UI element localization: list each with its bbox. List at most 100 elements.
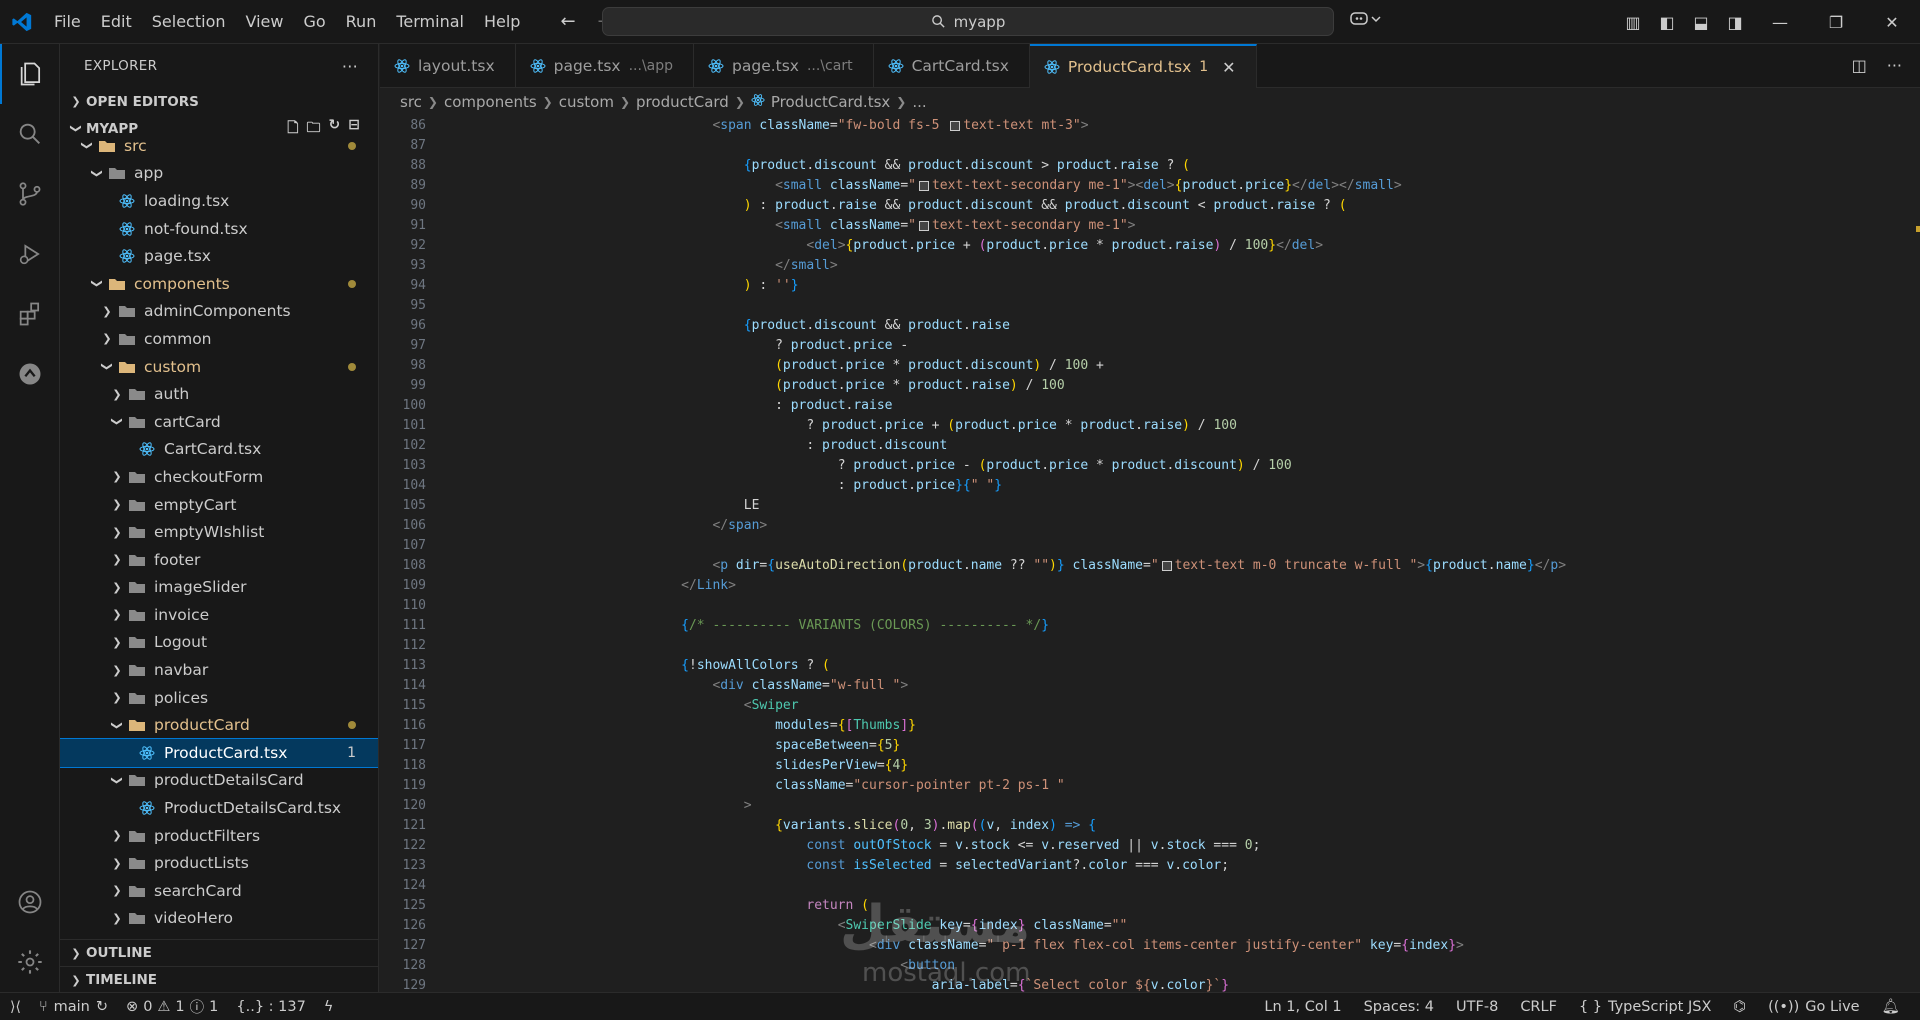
- tree-item-label: emptyWIshlist: [154, 523, 265, 542]
- code-editor[interactable]: 86 <span className="fw-bold fs-5 text-te…: [380, 116, 1920, 992]
- open-editors-section[interactable]: ❯ OPEN EDITORS: [60, 88, 378, 115]
- modified-dot: [348, 721, 356, 730]
- tree-item-label: productLists: [154, 854, 249, 873]
- breadcrumb-item[interactable]: components: [444, 93, 537, 111]
- language-mode[interactable]: { } TypeScript JSX: [1579, 999, 1711, 1015]
- folder-item[interactable]: ❯ emptyWIshlist: [60, 518, 378, 546]
- settings-gear-icon[interactable]: [0, 932, 60, 992]
- command-center-search[interactable]: myapp: [602, 7, 1334, 36]
- folder-item[interactable]: ❯ Logout: [60, 629, 378, 657]
- file-item[interactable]: not-found.tsx: [60, 215, 378, 243]
- tab-1[interactable]: page.tsx ...\app: [516, 44, 695, 88]
- menu-run[interactable]: Run: [336, 7, 387, 37]
- layout-panels-icon[interactable]: ▥: [1616, 13, 1650, 32]
- lightning-icon[interactable]: ϟ: [324, 999, 334, 1015]
- split-editor-icon[interactable]: ◫: [1852, 56, 1867, 75]
- menu-terminal[interactable]: Terminal: [386, 7, 474, 37]
- menu-go[interactable]: Go: [293, 7, 335, 37]
- folder-item[interactable]: ❯ navbar: [60, 656, 378, 684]
- breadcrumb-item[interactable]: productCard: [636, 93, 729, 111]
- menu-edit[interactable]: Edit: [91, 7, 142, 37]
- folder-item[interactable]: ❯ cartCard: [60, 408, 378, 436]
- file-item[interactable]: page.tsx: [60, 242, 378, 270]
- folder-icon: [126, 496, 148, 514]
- file-item[interactable]: loading.tsx: [60, 187, 378, 215]
- remote-indicator-icon[interactable]: ⟩⟨: [10, 999, 21, 1015]
- breadcrumb-item[interactable]: custom: [559, 93, 614, 111]
- line-endings[interactable]: CRLF: [1520, 999, 1557, 1015]
- encoding[interactable]: UTF-8: [1456, 999, 1498, 1015]
- folder-item[interactable]: ❯ productLists: [60, 849, 378, 877]
- outline-section[interactable]: ❯ OUTLINE: [60, 939, 378, 966]
- tab-2[interactable]: page.tsx ...\cart: [694, 44, 874, 88]
- extensions-icon[interactable]: [0, 284, 60, 344]
- tab-0[interactable]: layout.tsx: [380, 44, 516, 88]
- folder-item[interactable]: ❯ emptyCart: [60, 491, 378, 519]
- toggle-panel-icon[interactable]: ⬓: [1684, 13, 1718, 32]
- folder-item[interactable]: ❯ common: [60, 325, 378, 353]
- tab-4[interactable]: ProductCard.tsx 1 ✕: [1029, 44, 1257, 88]
- more-actions-icon[interactable]: ···: [342, 57, 358, 76]
- breadcrumb-item[interactable]: ...: [912, 93, 926, 111]
- problems-indicator[interactable]: ⊗ 0 ⚠ 1 ⓘ 1: [126, 996, 218, 1017]
- breadcrumb-item[interactable]: ProductCard.tsx: [771, 93, 890, 111]
- menu-view[interactable]: View: [236, 7, 294, 37]
- folder-item[interactable]: ❯ imageSlider: [60, 574, 378, 602]
- more-actions-icon[interactable]: ···: [1887, 56, 1902, 75]
- menu-help[interactable]: Help: [474, 7, 530, 37]
- source-control-icon[interactable]: [0, 164, 60, 224]
- search-view-icon[interactable]: [0, 104, 60, 164]
- folder-item[interactable]: ❯ custom: [60, 353, 378, 381]
- folder-item[interactable]: ❯ polices: [60, 684, 378, 712]
- ports-indicator[interactable]: {..} : 137: [236, 999, 305, 1015]
- folder-item[interactable]: ❯ productDetailsCard: [60, 767, 378, 795]
- tab-3[interactable]: CartCard.tsx: [874, 44, 1030, 88]
- cursor-position[interactable]: Ln 1, Col 1: [1264, 999, 1341, 1015]
- breadcrumb-item[interactable]: src: [400, 93, 422, 111]
- toggle-sidebar-icon[interactable]: ◧: [1650, 13, 1684, 32]
- restore-icon[interactable]: ❐: [1808, 13, 1864, 32]
- run-debug-icon[interactable]: [0, 224, 60, 284]
- folder-item[interactable]: ❯ productFilters: [60, 822, 378, 850]
- notifications-bell-icon[interactable]: 🔔︎: [1882, 998, 1900, 1015]
- branch-indicator[interactable]: ⑂ main ↻: [39, 999, 108, 1015]
- indentation[interactable]: Spaces: 4: [1364, 999, 1434, 1015]
- folder-item[interactable]: ❯ adminComponents: [60, 298, 378, 326]
- explorer-icon[interactable]: [0, 44, 60, 104]
- minimize-icon[interactable]: —: [1752, 13, 1808, 32]
- remote-explorer-icon[interactable]: [0, 344, 60, 404]
- folder-item[interactable]: ❯ searchCard: [60, 877, 378, 905]
- timeline-section[interactable]: ❯ TIMELINE: [60, 966, 378, 992]
- close-tab-icon[interactable]: ✕: [1222, 58, 1235, 77]
- code-line: 127 <div className=" p-1 flex flex-col i…: [380, 936, 1920, 956]
- accounts-icon[interactable]: [0, 872, 60, 932]
- go-live-button[interactable]: ((•)) Go Live: [1768, 999, 1860, 1015]
- folder-item[interactable]: ❯ app: [60, 160, 378, 188]
- file-item[interactable]: ProductCard.tsx 1: [60, 738, 378, 768]
- copilot-status-icon[interactable]: ⌬: [1733, 999, 1746, 1015]
- menu-file[interactable]: File: [44, 7, 91, 37]
- code-line: 88 {product.discount && product.discount…: [380, 156, 1920, 176]
- line-number: 105: [402, 498, 426, 513]
- braces-icon: { }: [1578, 998, 1602, 1015]
- folder-item[interactable]: ❯ checkoutForm: [60, 463, 378, 491]
- tab-label: page.tsx: [553, 57, 621, 75]
- back-arrow-icon[interactable]: ←: [560, 11, 575, 32]
- code-text: <div className="w-full ">: [712, 678, 909, 693]
- close-window-icon[interactable]: ✕: [1864, 13, 1920, 32]
- folder-item[interactable]: ❯ invoice: [60, 601, 378, 629]
- folder-item[interactable]: ❯ src: [60, 132, 378, 160]
- search-label: myapp: [953, 12, 1006, 31]
- tree-item-label: footer: [154, 550, 201, 569]
- folder-item[interactable]: ❯ components: [60, 270, 378, 298]
- toggle-secondary-sidebar-icon[interactable]: ◨: [1718, 13, 1752, 32]
- copilot-icon[interactable]: [1350, 10, 1382, 32]
- file-item[interactable]: CartCard.tsx: [60, 436, 378, 464]
- folder-item[interactable]: ❯ auth: [60, 380, 378, 408]
- folder-item[interactable]: ❯ videoHero: [60, 905, 378, 933]
- file-item[interactable]: ProductDetailsCard.tsx: [60, 794, 378, 822]
- menu-selection[interactable]: Selection: [142, 7, 236, 37]
- line-number: 109: [402, 578, 426, 593]
- folder-item[interactable]: ❯ productCard: [60, 711, 378, 739]
- folder-item[interactable]: ❯ footer: [60, 546, 378, 574]
